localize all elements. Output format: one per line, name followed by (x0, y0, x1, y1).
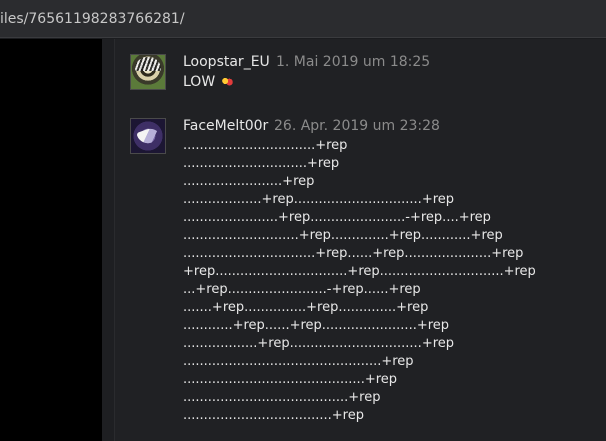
comment-timestamp: 1. Mai 2019 um 18:25 (276, 54, 431, 70)
url-text[interactable]: iles/76561198283766281/ (0, 11, 185, 27)
comment-line: ............+rep......+rep..............… (183, 318, 450, 333)
comment-text-value: LOW (183, 74, 216, 90)
comment-timestamp: 26. Apr. 2019 um 23:28 (274, 118, 440, 134)
comment-line: ..................+rep..................… (183, 336, 455, 351)
comment-line: ........................................… (183, 354, 414, 369)
comment-author[interactable]: Loopstar_EU (183, 54, 270, 70)
comment-line: ............................+rep........… (183, 228, 503, 243)
left-dark-panel (0, 39, 102, 441)
comment-line: ........................+rep (183, 174, 315, 189)
comment-line: +rep................................+rep… (183, 264, 536, 279)
comment-line: ....................................+rep (183, 408, 364, 423)
comment-line: ........................................… (183, 372, 398, 387)
avatar[interactable] (130, 118, 166, 154)
comment-line: ................................+rep....… (183, 246, 524, 261)
comment-line: .......+rep...............+rep..........… (183, 300, 429, 315)
comment-line: ...................+rep.................… (183, 192, 455, 207)
comment-line: ...+rep........................-+rep....… (183, 282, 421, 297)
avatar-art (136, 125, 162, 147)
steam-emoticon-icon (221, 76, 234, 87)
comment-line: .......................+rep.............… (183, 210, 491, 225)
comment-line: ........................................… (183, 390, 381, 405)
avatar-art (135, 57, 161, 71)
address-bar[interactable]: iles/76561198283766281/ (0, 0, 606, 38)
comment-line: ................................+rep (183, 138, 348, 153)
comment-author[interactable]: FaceMelt00r (183, 118, 268, 134)
comment-line: ..............................+rep (183, 156, 340, 171)
content-gutter (102, 39, 114, 441)
avatar[interactable] (130, 54, 166, 90)
comment-text: LOW (183, 73, 234, 91)
